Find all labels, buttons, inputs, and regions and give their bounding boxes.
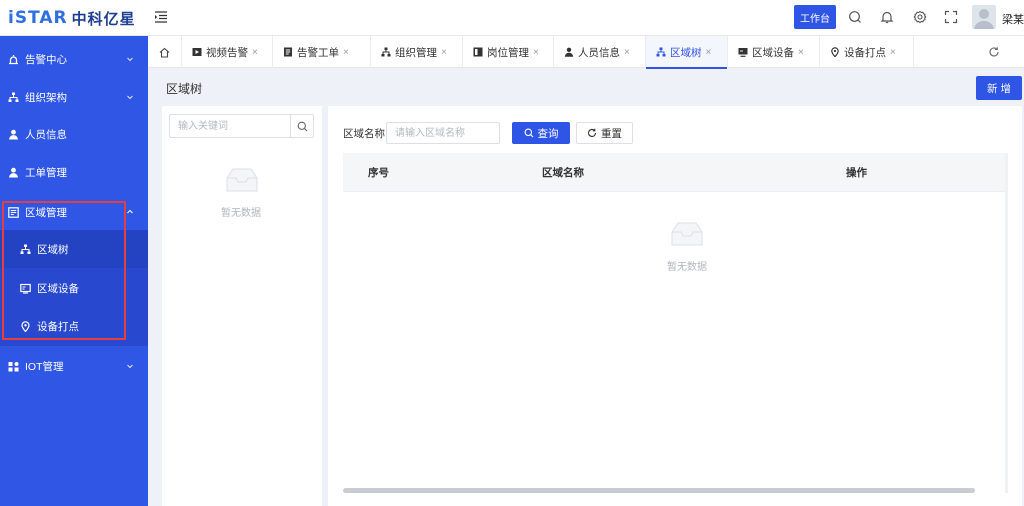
tab-bar: 视频告警 × 告警工单 × 组织管理 × 岗位管理 × 人员信息 × 区域树 × 区域设备 ×… (148, 36, 1024, 69)
tab-label: 区域树 (670, 46, 702, 59)
tab-close-icon[interactable]: × (533, 47, 539, 58)
tab-label: 区域设备 (752, 46, 794, 59)
chevron-down-icon (127, 57, 133, 62)
tab-region-devices[interactable]: 区域设备 × (728, 36, 820, 68)
main-panel: 区域名称 查询 重置 序号 区域名称 操作 暂无数据 (328, 106, 1022, 506)
person-icon (564, 47, 574, 57)
logo-chinese: 中科亿星 (71, 10, 136, 28)
sidebar-item-alarm-center[interactable]: 告警中心 (0, 40, 148, 78)
sidebar-item-org-structure[interactable]: 组织架构 (0, 78, 148, 116)
table-header: 序号 区域名称 操作 (343, 153, 1007, 191)
tab-video-alarm[interactable]: 视频告警 × (182, 36, 273, 68)
workbench-button[interactable]: 工作台 (794, 5, 836, 29)
tab-label: 告警工单 (297, 46, 339, 59)
query-label: 查询 (537, 127, 559, 140)
tab-alarm-workorder[interactable]: 告警工单 × (273, 36, 371, 68)
tab-label: 视频告警 (206, 46, 248, 59)
tree-search-input[interactable] (170, 115, 291, 137)
tab-close-icon[interactable]: × (624, 47, 630, 58)
iot-icon (8, 361, 19, 371)
table-empty-text: 暂无数据 (667, 262, 707, 273)
sidebar-item-label: IOT管理 (25, 360, 64, 373)
avatar-user-icon (974, 9, 994, 29)
annotation-highlight-box (2, 201, 126, 340)
tab-home[interactable] (148, 36, 182, 68)
fullscreen-icon[interactable] (944, 10, 958, 24)
person-icon (9, 129, 18, 139)
gear-icon[interactable] (913, 10, 927, 24)
device-icon (738, 48, 748, 57)
username[interactable]: 梁某 (1002, 11, 1024, 27)
column-header-actions: 操作 (846, 167, 867, 179)
tab-close-icon[interactable]: × (252, 47, 258, 58)
region-name-input[interactable] (386, 122, 500, 144)
reset-button[interactable]: 重置 (576, 122, 633, 144)
sidebar-item-work-orders[interactable]: 工单管理 (0, 153, 148, 191)
menu-fold-icon[interactable] (154, 10, 168, 24)
add-button[interactable]: 新 增 (976, 76, 1022, 100)
tab-org-management[interactable]: 组织管理 × (371, 36, 463, 68)
sidebar-item-label: 人员信息 (25, 128, 67, 141)
tab-label: 设备打点 (844, 46, 886, 59)
avatar[interactable] (972, 5, 996, 29)
tree-panel: 暂无数据 (162, 106, 322, 506)
chevron-up-icon (127, 209, 133, 214)
chevron-down-icon (127, 95, 133, 100)
tab-label: 人员信息 (578, 46, 620, 59)
refresh-icon (588, 128, 597, 137)
column-header-region-name: 区域名称 (542, 167, 584, 179)
sidebar-item-iot-management[interactable]: IOT管理 (0, 347, 148, 385)
sidebar-item-label: 工单管理 (25, 166, 67, 179)
tab-close-icon[interactable]: × (798, 47, 804, 58)
column-header-index: 序号 (368, 167, 389, 179)
top-header: iSTAR 中科亿星 工作台 梁某 (0, 0, 1024, 36)
search-icon (297, 121, 307, 131)
sidebar: 告警中心 组织架构 人员信息 工单管理 区域管理 区域树 区域设备 设备打点 I… (0, 36, 148, 506)
workorder-icon (284, 47, 292, 57)
region-name-label: 区域名称 (343, 128, 385, 140)
logo-latin: iSTAR (8, 8, 68, 28)
tab-position-management[interactable]: 岗位管理 × (463, 36, 554, 68)
org-icon (8, 92, 19, 102)
query-button[interactable]: 查询 (512, 122, 570, 144)
tab-personnel-info[interactable]: 人员信息 × (554, 36, 646, 68)
sidebar-item-label: 告警中心 (25, 53, 67, 66)
page-title: 区域树 (166, 82, 203, 96)
worker-icon (9, 167, 18, 177)
empty-box-icon (671, 222, 703, 246)
tree-search-box (169, 114, 314, 138)
org-icon (381, 47, 391, 57)
tab-close-icon[interactable]: × (890, 47, 896, 58)
tab-close-icon[interactable]: × (706, 47, 712, 58)
bell-icon[interactable] (880, 10, 894, 24)
tab-label: 组织管理 (395, 46, 437, 59)
tab-close-icon[interactable]: × (441, 47, 447, 58)
location-pin-icon (831, 47, 839, 57)
reset-label: 重置 (601, 127, 622, 140)
home-icon (159, 47, 170, 58)
chevron-down-icon (127, 364, 133, 369)
position-icon (473, 47, 483, 57)
tab-label: 岗位管理 (487, 46, 529, 59)
alarm-icon (9, 54, 18, 64)
tree-search-button[interactable] (290, 115, 313, 137)
refresh-icon[interactable] (988, 46, 1000, 58)
tree-empty-text: 暂无数据 (221, 208, 261, 219)
sidebar-item-label: 组织架构 (25, 91, 67, 104)
search-icon (524, 128, 533, 138)
tab-close-icon[interactable]: × (343, 47, 349, 58)
tab-device-marking[interactable]: 设备打点 × (820, 36, 914, 68)
search-icon[interactable] (848, 10, 862, 24)
vertical-scrollbar[interactable] (1005, 153, 1008, 493)
brand-logo[interactable]: iSTAR 中科亿星 (8, 7, 136, 29)
empty-box-icon (226, 168, 258, 192)
tree-icon (656, 47, 666, 57)
table-divider (343, 191, 1007, 192)
tab-region-tree[interactable]: 区域树 × (646, 36, 728, 69)
horizontal-scrollbar[interactable] (343, 488, 975, 493)
video-icon (192, 48, 202, 56)
sidebar-item-personnel[interactable]: 人员信息 (0, 115, 148, 153)
